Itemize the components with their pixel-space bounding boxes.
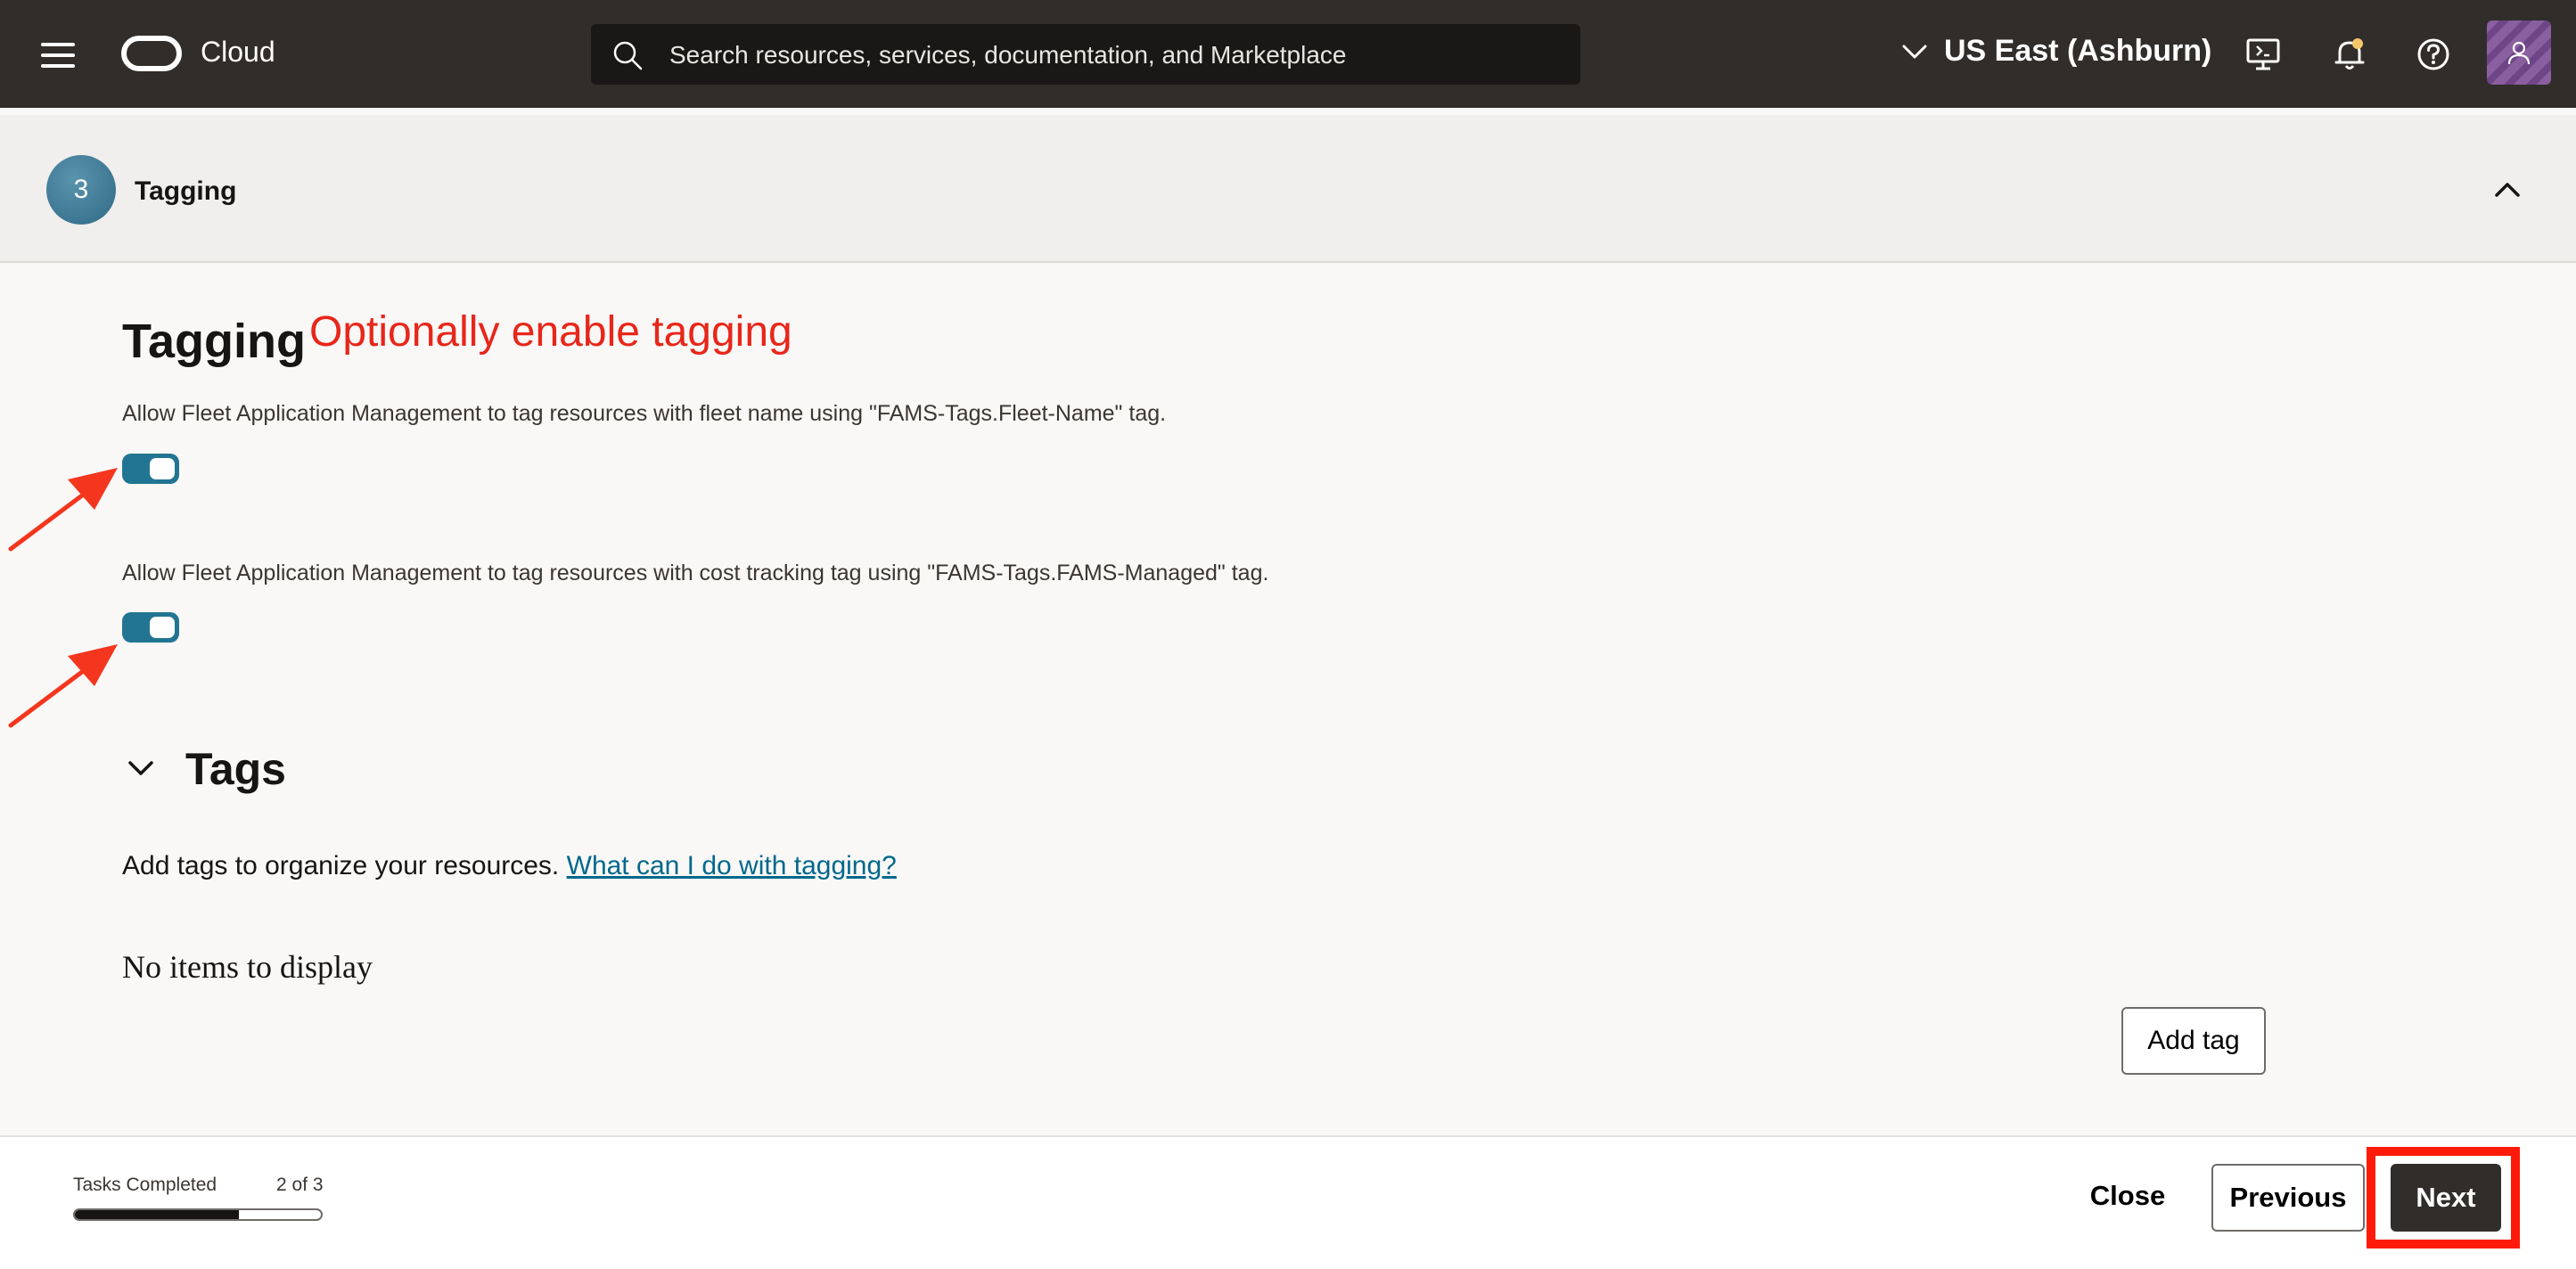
oracle-logo[interactable]	[121, 36, 182, 71]
tags-section-title[interactable]: Tags	[185, 743, 286, 795]
region-label: US East (Ashburn)	[1944, 34, 2212, 68]
tasks-completed-count: 2 of 3	[276, 1175, 324, 1195]
chevron-down-icon[interactable]	[125, 756, 157, 781]
cloud-shell-icon[interactable]	[2244, 36, 2282, 73]
progress-fill	[75, 1210, 240, 1219]
search-input[interactable]: Search resources, services, documentatio…	[591, 24, 1580, 85]
cost-tracking-tag-toggle[interactable]	[122, 612, 179, 643]
brand-name[interactable]: Cloud	[201, 36, 275, 69]
previous-button[interactable]: Previous	[2211, 1164, 2365, 1232]
step-header: 3 Tagging	[0, 115, 2576, 263]
tasks-progress-bar	[73, 1208, 323, 1221]
help-icon[interactable]	[2415, 36, 2452, 73]
next-button[interactable]: Next	[2391, 1164, 2501, 1232]
empty-state-text: No items to display	[122, 949, 373, 985]
fleet-name-tag-toggle[interactable]	[122, 454, 179, 484]
region-selector[interactable]: US East (Ashburn)	[1901, 34, 2211, 69]
search-icon	[613, 41, 643, 70]
tags-help-text: Add tags to organize your resources. Wha…	[122, 851, 897, 881]
search-placeholder: Search resources, services, documentatio…	[669, 41, 1347, 69]
tasks-completed-label: Tasks Completed	[73, 1175, 217, 1195]
menu-icon[interactable]	[41, 43, 75, 68]
bell-icon[interactable]	[2331, 36, 2368, 73]
annotation-arrow-icon	[8, 468, 118, 552]
chevron-down-icon	[1902, 45, 1927, 58]
tagging-help-link[interactable]: What can I do with tagging?	[567, 851, 897, 880]
step-number-badge: 3	[46, 155, 116, 225]
step-title: Tagging	[135, 176, 237, 206]
wizard-footer: Tasks Completed 2 of 3 Close Previous Ne…	[0, 1135, 2576, 1269]
annotation-arrow-icon	[8, 644, 118, 728]
user-icon	[2507, 41, 2531, 65]
annotation-text: Optionally enable tagging	[309, 308, 792, 356]
user-avatar[interactable]	[2487, 20, 2551, 85]
chevron-up-icon[interactable]	[2491, 176, 2523, 204]
close-button[interactable]: Close	[2077, 1162, 2178, 1230]
top-navigation-bar: Cloud Search resources, services, docume…	[0, 0, 2576, 108]
tags-help-description: Add tags to organize your resources.	[122, 851, 560, 880]
tagging-section-title: Tagging	[122, 315, 306, 368]
add-tag-button[interactable]: Add tag	[2121, 1007, 2266, 1075]
cost-tracking-tag-label: Allow Fleet Application Management to ta…	[122, 561, 1269, 585]
fleet-name-tag-label: Allow Fleet Application Management to ta…	[122, 401, 1167, 426]
